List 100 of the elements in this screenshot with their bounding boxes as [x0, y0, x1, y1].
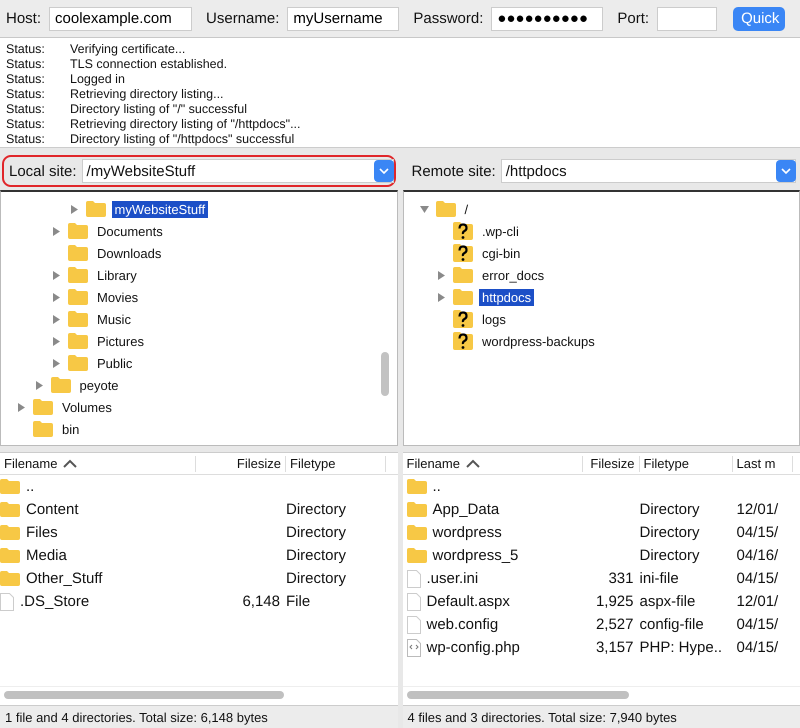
host-field[interactable]: coolexample.com — [49, 6, 192, 30]
port-field[interactable] — [657, 6, 718, 30]
file-name[interactable]: App_Data — [432, 501, 500, 518]
folder-icon — [0, 525, 20, 540]
sort-ascending-icon — [63, 459, 78, 468]
site-label: Remote site: — [412, 162, 496, 180]
file-date: 04/16/ — [736, 547, 778, 564]
file-name[interactable]: Files — [26, 524, 58, 541]
file-name[interactable]: Other_Stuff — [26, 570, 102, 587]
log-message: Logged in — [70, 72, 125, 87]
tree-item[interactable]: myWebsiteStuff — [112, 200, 208, 218]
folder-icon — [0, 548, 20, 563]
log-status-label: Status: — [6, 132, 46, 147]
column-header[interactable]: Filesize — [582, 456, 640, 472]
log-message: Retrieving directory listing... — [70, 87, 224, 102]
file-type: PHP: Hype.. — [640, 639, 722, 656]
site-label: Local site: — [9, 162, 77, 180]
log-status-label: Status: — [6, 117, 46, 132]
column-header[interactable]: Filesize — [196, 456, 286, 472]
log-status-label: Status: — [6, 102, 46, 117]
collapsed-arrow-icon[interactable] — [52, 314, 61, 324]
file-name[interactable]: wp-config.php — [426, 639, 520, 656]
file-name[interactable]: wordpress — [432, 524, 502, 541]
folder-icon — [86, 201, 106, 217]
folder-icon — [406, 525, 426, 540]
tree-item[interactable]: peyote — [76, 376, 122, 394]
tree-item[interactable]: Documents — [94, 222, 166, 240]
tree-item[interactable]: cgi-bin — [479, 244, 524, 262]
collapsed-arrow-icon[interactable] — [52, 358, 61, 368]
folder-icon — [0, 502, 20, 517]
folder-icon — [453, 267, 473, 283]
column-header[interactable]: Filetype — [640, 456, 732, 472]
column-header[interactable]: Filename — [402, 456, 582, 472]
expanded-arrow-icon[interactable] — [420, 204, 428, 214]
file-name[interactable]: .. — [432, 478, 441, 495]
tree-item[interactable]: Pictures — [94, 332, 147, 350]
file-icon — [406, 570, 420, 588]
file-name[interactable]: .. — [26, 478, 34, 495]
code-file-icon — [406, 638, 420, 656]
file-name[interactable]: Content — [26, 501, 79, 518]
site-path-dropdown[interactable]: /httpdocs — [500, 159, 796, 183]
file-date: 04/15/ — [736, 616, 778, 633]
column-header[interactable]: Last m — [732, 456, 792, 472]
file-name[interactable]: Media — [26, 547, 67, 564]
column-header[interactable]: Filetype — [286, 456, 386, 472]
chevron-down-icon — [781, 168, 791, 174]
scrollbar-thumb[interactable] — [380, 352, 388, 396]
scrollbar-thumb[interactable] — [4, 691, 284, 699]
question-folder-icon — [453, 332, 473, 350]
file-type: aspx-file — [640, 593, 696, 610]
tree-item[interactable]: wordpress-backups — [479, 332, 598, 350]
tree-item[interactable]: Movies — [94, 288, 142, 306]
file-date: 04/15/ — [736, 570, 778, 587]
tree-item[interactable]: Music — [94, 310, 134, 328]
file-date: 12/01/ — [736, 501, 778, 518]
collapsed-arrow-icon[interactable] — [52, 292, 61, 302]
password-field[interactable]: ●●●●●●●●●● — [491, 6, 604, 30]
folder-icon — [68, 223, 88, 239]
folder-icon — [0, 571, 20, 586]
collapsed-arrow-icon[interactable] — [437, 292, 446, 302]
collapsed-arrow-icon[interactable] — [70, 204, 78, 214]
tree-item[interactable]: Volumes — [59, 398, 115, 416]
file-name[interactable]: .user.ini — [426, 570, 478, 587]
tree-item[interactable]: .wp-cli — [479, 222, 522, 240]
file-name[interactable]: .DS_Store — [20, 593, 90, 610]
collapsed-arrow-icon[interactable] — [17, 402, 26, 412]
tree-item[interactable]: error_docs — [479, 266, 548, 284]
question-folder-icon — [453, 244, 473, 262]
file-name[interactable]: web.config — [426, 616, 498, 633]
file-name[interactable]: Default.aspx — [426, 593, 510, 610]
file-name[interactable]: wordpress_5 — [432, 547, 518, 564]
tree-item[interactable]: httpdocs — [479, 288, 534, 306]
column-header[interactable]: Filename — [0, 456, 196, 472]
log-status-label: Status: — [6, 42, 46, 57]
host-label: Host: — [6, 10, 42, 27]
tree-item[interactable]: Public — [94, 354, 136, 372]
tree-item[interactable]: Library — [94, 266, 140, 284]
chevron-down-icon — [378, 168, 388, 174]
folder-icon — [436, 201, 456, 217]
folder-icon — [406, 548, 426, 563]
collapsed-arrow-icon[interactable] — [437, 270, 446, 280]
scrollbar-thumb[interactable] — [406, 691, 628, 699]
collapsed-arrow-icon[interactable] — [34, 380, 44, 390]
file-date: 04/15/ — [736, 524, 778, 541]
file-type: Directory — [640, 501, 700, 518]
folder-icon — [50, 377, 70, 393]
username-field[interactable]: myUsername — [287, 6, 400, 30]
file-type: Directory — [286, 547, 346, 564]
status-text: 1 file and 4 directories. Total size: 6,148 bytes — [0, 705, 398, 728]
file-type: Directory — [286, 570, 346, 587]
collapsed-arrow-icon[interactable] — [52, 270, 61, 280]
tree-item[interactable]: / — [462, 200, 472, 218]
tree-item[interactable]: bin — [59, 420, 82, 438]
tree-item[interactable]: logs — [479, 310, 509, 328]
tree-item[interactable]: Downloads — [94, 244, 164, 262]
collapsed-arrow-icon[interactable] — [52, 226, 61, 236]
site-path-dropdown[interactable]: /myWebsiteStuff — [82, 159, 394, 183]
quickconnect-button[interactable]: Quick — [733, 6, 786, 30]
collapsed-arrow-icon[interactable] — [52, 336, 61, 346]
folder-icon — [453, 289, 473, 305]
